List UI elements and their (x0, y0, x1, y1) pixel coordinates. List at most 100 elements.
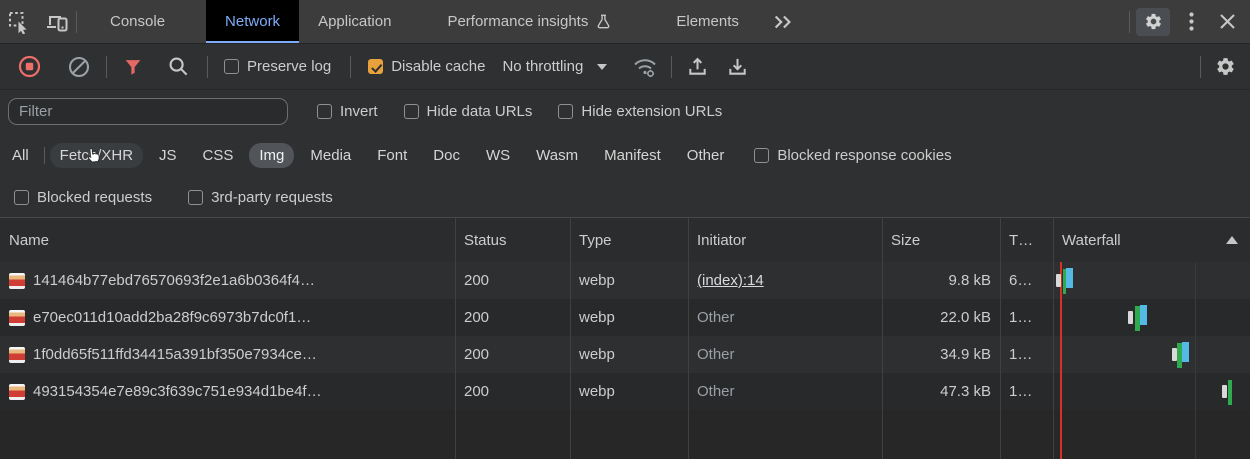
import-har-button[interactable] (686, 55, 709, 78)
request-size: 34.9 kB (882, 346, 1000, 363)
record-icon (17, 54, 42, 79)
request-status: 200 (455, 346, 570, 363)
tabbar-right-controls (1129, 0, 1250, 43)
request-initiator: Other (697, 383, 735, 400)
column-header-size[interactable]: Size (882, 232, 1000, 249)
column-separator[interactable] (455, 218, 456, 459)
third-party-requests-checkbox[interactable]: 3rd-party requests (188, 189, 333, 206)
clear-button[interactable] (67, 55, 91, 79)
column-separator[interactable] (1053, 218, 1054, 459)
table-row[interactable]: 493154354e7e89c3f639c751e934d1be4f… 200 … (0, 373, 1250, 410)
filter-chip-font[interactable]: Font (367, 143, 417, 168)
filter-chip-all[interactable]: All (2, 143, 39, 168)
devtools-tabbar: Console Network Application Performance … (0, 0, 1250, 44)
request-time: 1… (1000, 309, 1053, 326)
search-button[interactable] (167, 55, 190, 78)
throttling-select[interactable]: No throttling (502, 58, 607, 75)
filter-chip-media[interactable]: Media (300, 143, 361, 168)
disable-cache-checkbox[interactable]: Disable cache (368, 58, 485, 75)
inspect-element-button[interactable] (0, 0, 38, 43)
hide-data-urls-checkbox[interactable]: Hide data URLs (404, 103, 533, 120)
filter-chip-ws[interactable]: WS (476, 143, 520, 168)
column-header-status[interactable]: Status (455, 232, 570, 249)
filter-input[interactable] (8, 98, 288, 125)
filter-chip-manifest[interactable]: Manifest (594, 143, 671, 168)
checkbox-unchecked-icon (14, 190, 29, 205)
hide-extension-urls-checkbox[interactable]: Hide extension URLs (558, 103, 722, 120)
table-row[interactable]: e70ec011d10add2ba28f9c6973b7dc0f1… 200 w… (0, 299, 1250, 336)
more-tabs-button[interactable] (758, 0, 808, 43)
kebab-menu-button[interactable] (1176, 8, 1206, 36)
request-initiator: Other (697, 346, 735, 363)
request-name: 1f0dd65f511ffd34415a391bf350e7934ce… (33, 346, 317, 363)
network-settings-button[interactable] (1215, 56, 1236, 77)
request-type: webp (570, 383, 688, 400)
record-button[interactable] (17, 54, 42, 79)
gear-icon (1144, 12, 1163, 31)
checkbox-checked-icon (368, 59, 383, 74)
preserve-log-checkbox[interactable]: Preserve log (224, 58, 331, 75)
request-waterfall (1053, 336, 1250, 373)
blocked-response-cookies-checkbox[interactable]: Blocked response cookies (754, 147, 951, 164)
column-header-time[interactable]: T… (1000, 232, 1053, 249)
chevron-down-icon (597, 64, 607, 70)
blocked-requests-checkbox[interactable]: Blocked requests (14, 189, 152, 206)
filter-chip-wasm[interactable]: Wasm (526, 143, 588, 168)
flask-icon (595, 13, 612, 31)
table-header-row: Name Status Type Initiator Size T… Water… (0, 218, 1250, 262)
column-header-waterfall[interactable]: Waterfall (1053, 232, 1250, 249)
tab-elements[interactable]: Elements (657, 0, 758, 43)
devtools-window: Console Network Application Performance … (0, 0, 1250, 459)
waterfall-download-bar (1066, 268, 1073, 288)
column-header-initiator[interactable]: Initiator (688, 232, 882, 249)
column-separator[interactable] (688, 218, 689, 459)
waterfall-waiting-bar (1228, 380, 1232, 405)
table-row[interactable]: 141464b77ebd76570693f2e1a6b0364f4… 200 w… (0, 262, 1250, 299)
device-toolbar-button[interactable] (38, 0, 76, 43)
invert-checkbox[interactable]: Invert (317, 103, 378, 120)
filter-chip-img[interactable]: Img (249, 143, 294, 168)
request-thumbnail (9, 384, 25, 400)
request-thumbnail (9, 347, 25, 363)
request-status: 200 (455, 383, 570, 400)
request-waterfall (1053, 299, 1250, 336)
column-separator[interactable] (570, 218, 571, 459)
waterfall-download-bar (1140, 305, 1147, 325)
filter-chip-js[interactable]: JS (149, 143, 187, 168)
sort-ascending-icon (1226, 236, 1238, 244)
close-devtools-button[interactable] (1212, 8, 1242, 36)
tab-network[interactable]: Network (206, 0, 299, 43)
column-separator[interactable] (1000, 218, 1001, 459)
filter-toggle-button[interactable] (122, 56, 144, 78)
device-toolbar-icon (45, 10, 69, 34)
column-separator[interactable] (882, 218, 883, 459)
tab-performance-insights[interactable]: Performance insights (428, 0, 631, 43)
toolbar-separator-4 (671, 56, 672, 78)
inspect-cursor-icon (7, 10, 31, 34)
export-har-button[interactable] (726, 55, 749, 78)
search-icon (167, 55, 190, 78)
table-row[interactable]: 1f0dd65f511ffd34415a391bf350e7934ce… 200… (0, 336, 1250, 373)
tab-console[interactable]: Console (91, 0, 184, 43)
column-header-name[interactable]: Name (0, 232, 455, 249)
filter-chip-other[interactable]: Other (677, 143, 735, 168)
tabbar-separator (76, 11, 77, 33)
filter-chip-doc[interactable]: Doc (423, 143, 470, 168)
settings-button[interactable] (1136, 8, 1170, 36)
waterfall-queue-bar (1222, 385, 1227, 398)
tab-application[interactable]: Application (299, 0, 410, 43)
request-thumbnail (9, 273, 25, 289)
request-size: 22.0 kB (882, 309, 1000, 326)
request-initiator-link[interactable]: (index):14 (697, 272, 764, 289)
request-status: 200 (455, 272, 570, 289)
network-filter-bar: Invert Hide data URLs Hide extension URL… (0, 90, 1250, 133)
filter-chip-css[interactable]: CSS (193, 143, 244, 168)
request-name: 493154354e7e89c3f639c751e934d1be4f… (33, 383, 322, 400)
clear-icon (67, 55, 91, 79)
request-type: webp (570, 346, 688, 363)
wifi-gear-icon (632, 56, 658, 78)
column-header-type[interactable]: Type (570, 232, 688, 249)
checkbox-unchecked-icon (224, 59, 239, 74)
checkbox-unchecked-icon (558, 104, 573, 119)
network-conditions-button[interactable] (632, 56, 658, 78)
